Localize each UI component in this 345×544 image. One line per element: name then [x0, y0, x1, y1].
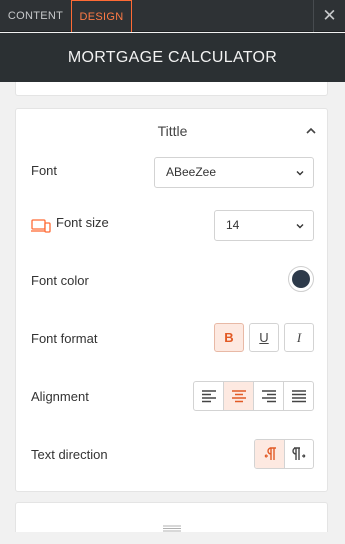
align-justify-button[interactable]: [284, 382, 313, 410]
tab-design[interactable]: DESIGN: [71, 0, 132, 32]
bold-button[interactable]: B: [214, 323, 244, 352]
align-center-icon: [232, 390, 246, 403]
panel-header: MORTGAGE CALCULATOR: [0, 33, 345, 82]
font-size-select[interactable]: 14: [214, 210, 314, 241]
page-title: MORTGAGE CALCULATOR: [67, 49, 278, 66]
align-center-button[interactable]: [224, 382, 254, 410]
underline-button[interactable]: U: [249, 323, 279, 352]
font-color-swatch: [292, 270, 310, 288]
responsive-devices-icon[interactable]: [31, 219, 51, 233]
text-direction-label: Text direction: [31, 447, 108, 462]
tab-content[interactable]: CONTENT: [0, 0, 71, 32]
top-tab-bar: CONTENT DESIGN ✕: [0, 0, 345, 32]
font-select-value: ABeeZee: [166, 165, 217, 179]
chevron-up-icon: [306, 127, 316, 134]
align-right-button[interactable]: [254, 382, 284, 410]
close-icon: ✕: [322, 6, 337, 26]
collapse-section-button[interactable]: [303, 123, 319, 139]
chevron-down-icon: [296, 224, 304, 229]
font-size-value: 14: [226, 218, 240, 232]
align-left-icon: [202, 390, 216, 403]
text-direction-rtl-button[interactable]: [285, 440, 313, 468]
resize-handle-icon[interactable]: [162, 524, 182, 532]
ltr-direction-icon: [264, 447, 276, 460]
align-right-icon: [262, 390, 276, 403]
italic-button[interactable]: I: [284, 323, 314, 352]
font-select[interactable]: ABeeZee: [154, 157, 314, 188]
rtl-direction-icon: [292, 447, 306, 460]
font-format-label: Font format: [31, 331, 98, 346]
close-button[interactable]: ✕: [313, 0, 345, 32]
alignment-label: Alignment: [31, 389, 89, 404]
text-direction-ltr-button[interactable]: [255, 440, 285, 468]
font-size-label: Font size: [56, 215, 109, 230]
align-justify-icon: [292, 390, 306, 403]
align-left-button[interactable]: [194, 382, 224, 410]
font-label: Font: [31, 163, 58, 178]
font-color-picker[interactable]: [288, 266, 314, 292]
alignment-button-group: [193, 381, 314, 411]
section-title: Tittle: [157, 123, 188, 139]
font-color-label: Font color: [31, 273, 89, 288]
previous-section-card: [15, 82, 328, 96]
text-direction-button-group: [254, 439, 314, 469]
chevron-down-icon: [296, 171, 304, 176]
settings-scroll-area[interactable]: Tittle Font ABeeZee Font size 14 Font co…: [0, 82, 345, 544]
title-settings-card: Tittle Font ABeeZee Font size 14 Font co…: [15, 108, 328, 492]
